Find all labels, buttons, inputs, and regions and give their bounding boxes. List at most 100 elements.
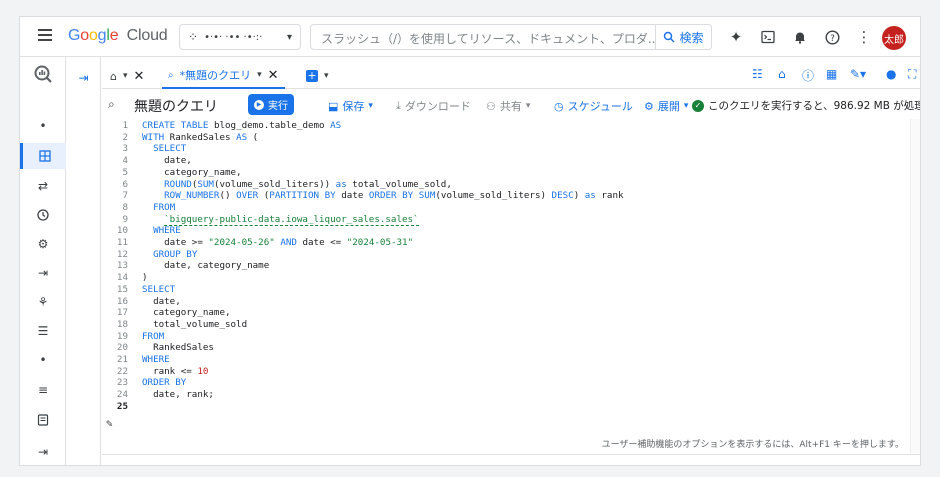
download-label: ダウンロード	[404, 100, 471, 113]
download-icon: ⤓	[396, 99, 401, 112]
home-outline-icon[interactable]: ⌂	[778, 67, 786, 81]
edit-pencil-icon[interactable]: ✎	[106, 417, 113, 430]
tab-untitled-query[interactable]: ⌕ *無題のクエリ ▾ ✕	[162, 63, 285, 89]
chevron-down-icon: ▾	[368, 101, 373, 111]
project-dots-icon: ⁘	[188, 30, 199, 44]
hamburger-menu-icon[interactable]	[38, 29, 52, 41]
studio-icon[interactable]	[20, 143, 66, 169]
line-number: 21	[116, 354, 128, 365]
expand-explorer-icon[interactable]: ⇥	[66, 65, 101, 91]
tab-list-icon[interactable]: ☷	[752, 67, 763, 81]
line-number: 16	[116, 295, 128, 307]
schedule-label: スケジュール	[567, 100, 633, 113]
sql-editor[interactable]: 1 2 3 4 5 6 7 8 9 10 11 12 13 14 15 16 17 18 19 20 21 22 23 24 2…	[102, 119, 910, 453]
format-icon[interactable]: ✎▾	[850, 67, 866, 81]
schedule-button[interactable]: ◷ スケジュール	[554, 98, 633, 114]
code-line: ORDER BY	[142, 377, 187, 389]
explorer-collapsed-pane: ⇥	[66, 57, 101, 465]
person-add-icon: ⚇	[486, 99, 496, 113]
query-editor-icon: ⌕	[108, 97, 115, 111]
download-button[interactable]: ⤓ ダウンロード	[396, 98, 471, 114]
close-icon[interactable]: ✕	[268, 68, 279, 83]
gemini-sparkle-icon[interactable]: ✦	[726, 27, 746, 47]
data-transfer-icon[interactable]: ⇄	[20, 173, 66, 199]
app-window: Google Cloud ⁘ •·•· ·•• ·•·:· ▾ スラッシュ（/）…	[19, 16, 921, 466]
line-number: 22	[116, 365, 128, 377]
list-icon[interactable]: ≡	[20, 377, 66, 403]
play-icon: ▶	[254, 99, 264, 110]
query-tab-label: *無題のクエリ	[179, 69, 252, 82]
run-label: 実行	[268, 101, 288, 112]
info-icon[interactable]: ⓘ	[802, 67, 814, 84]
nav-dot-icon[interactable]: •	[20, 113, 66, 139]
save-button[interactable]: ⬓ 保存 ▾	[328, 98, 373, 114]
cloud-shell-icon[interactable]	[758, 27, 778, 47]
dataflow-icon[interactable]: ⇥	[20, 260, 66, 286]
code-line: date, category_name	[142, 260, 270, 272]
code-line: GROUP BY	[153, 248, 198, 260]
query-icon: ⌕	[168, 69, 174, 81]
query-title[interactable]: 無題のクエリ	[134, 96, 218, 116]
clock-icon: ◷	[554, 99, 564, 113]
line-number: 20	[116, 342, 128, 354]
google-cloud-logo[interactable]: Google Cloud	[68, 27, 168, 45]
check-circle-icon: ✓	[692, 99, 704, 112]
new-tab-button[interactable]: + ▾	[306, 63, 329, 89]
expand-rail-icon[interactable]: ⇥	[20, 439, 66, 465]
nav-dot-2-icon[interactable]: •	[20, 347, 66, 373]
run-button[interactable]: ▶ 実行	[248, 94, 294, 115]
lineage-icon[interactable]: ⚘	[20, 289, 66, 315]
code-line: date >= "2024-05-26" AND date <= "2024-0…	[142, 237, 414, 248]
code-line: CREATE TABLE blog_demo.table_demo AS	[142, 120, 342, 131]
project-selector[interactable]: ⁘ •·•· ·•• ·•·:· ▾	[179, 24, 301, 50]
svg-text:?: ?	[830, 34, 835, 44]
expand-label: 展開	[657, 100, 680, 113]
notifications-bell-icon[interactable]	[790, 27, 810, 47]
save-icon: ⬓	[328, 99, 339, 113]
code-line: SELECT	[142, 283, 176, 295]
editor-tab-bar: ⌂ ▾ ✕ ⌕ *無題のクエリ ▾ ✕ + ▾ ☷ ⌂ ⓘ ▦ ✎▾ ● ⛶	[102, 63, 920, 89]
line-number: 23	[116, 377, 128, 389]
line-number: 1	[122, 120, 128, 131]
chevron-down-icon: ▾	[525, 101, 531, 111]
logo-cloud-text: Cloud	[126, 27, 168, 44]
code-line: )	[142, 272, 148, 284]
filter-icon[interactable]: ☰	[20, 318, 66, 344]
line-number: 6	[122, 178, 128, 190]
expand-button[interactable]: ⚙ 展開 ▾	[644, 98, 688, 114]
chevron-down-icon: ▾	[683, 101, 689, 111]
share-label: 共有	[499, 100, 522, 113]
gear-icon: ⚙	[644, 99, 654, 113]
chevron-down-icon[interactable]: ▾	[257, 70, 262, 80]
code-line: `bigquery-public-data.iowa_liquor_sales.…	[164, 213, 419, 226]
query-toolbar: ⌕ 無題のクエリ ▶ 実行 ⬓ 保存 ▾ ⤓ ダウンロード ⚇ 共有 ▾ ◷ ス…	[102, 91, 920, 119]
analytics-hub-icon[interactable]: ⚙	[20, 231, 66, 257]
editor-scrollbar[interactable]	[910, 119, 920, 453]
search-button[interactable]: 検索	[656, 24, 712, 50]
lightbulb-icon[interactable]: ●	[886, 67, 896, 81]
fullscreen-icon[interactable]: ⛶	[908, 67, 916, 82]
more-vert-icon[interactable]: ⋮	[854, 27, 874, 47]
code-line: FROM	[153, 201, 176, 213]
scheduled-queries-icon[interactable]	[20, 202, 66, 228]
line-number: 15	[116, 283, 128, 295]
close-icon[interactable]: ✕	[134, 69, 145, 84]
code-line: WITH RankedSales AS (	[142, 131, 259, 143]
share-button[interactable]: ⚇ 共有 ▾	[486, 98, 530, 114]
line-number: 11	[116, 237, 128, 248]
search-input[interactable]: スラッシュ（/）を使用してリソース、ドキュメント、プロダ...	[310, 24, 656, 50]
query-validator-status[interactable]: ✓ このクエリを実行すると、986.92 MB が処理...	[692, 98, 920, 113]
bigquery-logo-icon[interactable]	[20, 61, 66, 87]
results-pane-divider[interactable]	[102, 454, 920, 465]
help-icon[interactable]: ?	[822, 27, 842, 47]
avatar[interactable]: 太郎	[882, 26, 906, 50]
line-number: 25	[116, 400, 128, 412]
line-number: 13	[116, 260, 128, 272]
line-number: 4	[122, 155, 128, 167]
home-tab[interactable]: ⌂ ▾ ✕	[110, 63, 144, 89]
calendar-icon[interactable]: ▦	[826, 67, 837, 81]
project-name: •·•· ·•• ·•·:·	[204, 31, 263, 43]
line-number: 8	[122, 201, 128, 213]
release-notes-icon[interactable]	[20, 407, 66, 433]
line-number: 10	[116, 225, 128, 237]
